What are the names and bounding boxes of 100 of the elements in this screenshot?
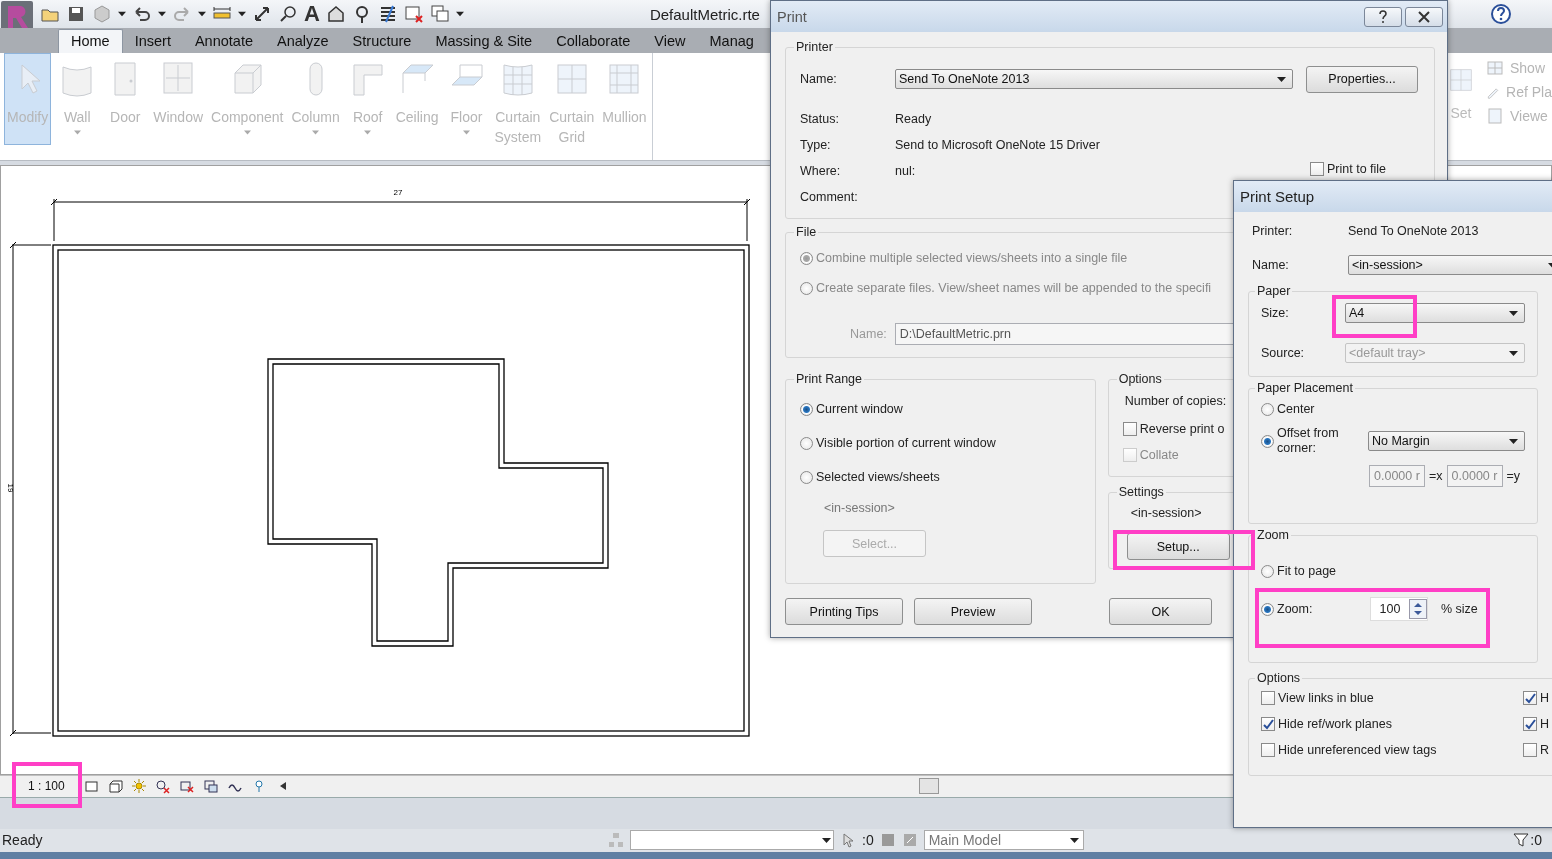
field-value: Ready bbox=[895, 112, 933, 126]
radio-button[interactable] bbox=[1261, 564, 1274, 578]
group-heading: Settings bbox=[1117, 485, 1165, 499]
ribbon-tab[interactable]: Home bbox=[58, 28, 123, 53]
checkbox[interactable] bbox=[1523, 743, 1537, 757]
ribbon-tab[interactable]: Collaborate bbox=[544, 29, 643, 53]
box-icon bbox=[106, 778, 123, 795]
dimension-text: 27 bbox=[393, 187, 403, 197]
ok-button[interactable]: OK bbox=[1109, 598, 1212, 625]
crossed-shape-icon bbox=[154, 778, 171, 795]
radio-button[interactable] bbox=[800, 402, 813, 416]
offset-y-field: 0.0000 r bbox=[1446, 465, 1503, 487]
field-label: Printer: bbox=[1252, 224, 1294, 238]
field-label: Number of copies: bbox=[1123, 393, 1227, 410]
dropdown[interactable]: Send To OneNote 2013 bbox=[895, 69, 1293, 89]
caret-icon bbox=[158, 11, 166, 17]
ribbon-tab[interactable]: View bbox=[642, 29, 698, 53]
ribbon-tab[interactable]: Massing & Site bbox=[423, 29, 545, 53]
option-label: Offset from corner: bbox=[1277, 426, 1340, 456]
checkbox[interactable] bbox=[1261, 743, 1275, 757]
filter-icon bbox=[1513, 832, 1530, 849]
radio-button[interactable] bbox=[1261, 434, 1274, 448]
field-label: =y bbox=[1506, 469, 1521, 483]
undo-icon bbox=[132, 4, 152, 24]
caret-icon bbox=[118, 11, 126, 17]
workset-dropdown[interactable] bbox=[630, 830, 834, 851]
switch-windows-icon bbox=[429, 4, 450, 24]
radio-button[interactable] bbox=[1261, 602, 1274, 616]
group-heading: Zoom bbox=[1256, 528, 1290, 542]
selection-count: :0 bbox=[862, 832, 874, 849]
checkbox-label: Reverse print o bbox=[1139, 422, 1225, 436]
group-heading: Paper Placement bbox=[1256, 381, 1354, 395]
field-label: =x bbox=[1429, 469, 1443, 483]
field-label: Name: bbox=[800, 72, 838, 86]
square-icon bbox=[879, 832, 896, 849]
frame-icon bbox=[202, 778, 219, 795]
cube-icon bbox=[92, 4, 112, 24]
radio-button[interactable] bbox=[800, 436, 813, 450]
model-dropdown[interactable]: Main Model bbox=[923, 830, 1084, 851]
editing-icon bbox=[901, 832, 918, 849]
dropdown[interactable]: A4 bbox=[1345, 303, 1525, 323]
option-label: Combine multiple selected views/sheets into a single file bbox=[816, 251, 1128, 265]
ribbon-tab[interactable]: Manag bbox=[697, 29, 766, 53]
setup-button[interactable]: Setup... bbox=[1126, 533, 1230, 560]
text-tool-button[interactable]: A bbox=[304, 3, 320, 25]
field-label: Source: bbox=[1261, 346, 1306, 360]
diagonal-arrow-icon bbox=[252, 4, 272, 24]
properties-button[interactable]: Properties... bbox=[1306, 65, 1418, 93]
caret-icon bbox=[822, 837, 831, 843]
grid-icon bbox=[1450, 68, 1472, 91]
checkbox[interactable] bbox=[1523, 691, 1537, 705]
offset-x-field: 0.0000 r bbox=[1369, 465, 1425, 487]
checkbox[interactable] bbox=[1261, 691, 1275, 705]
dialog-title: Print bbox=[777, 8, 807, 25]
caret-icon bbox=[364, 129, 372, 135]
option-label: Center bbox=[1277, 402, 1315, 416]
caret-icon bbox=[238, 11, 246, 17]
scrollbar-thumb[interactable] bbox=[918, 778, 939, 795]
dialog-button[interactable]: Printing Tips bbox=[785, 598, 903, 625]
zoom-spinner[interactable]: 100 bbox=[1370, 597, 1428, 621]
scale-button[interactable]: 1 : 100 bbox=[0, 779, 75, 794]
group-heading: Paper bbox=[1256, 284, 1292, 298]
field-value: nul: bbox=[895, 164, 917, 178]
ribbon-tab[interactable]: Annotate bbox=[182, 29, 265, 53]
checkbox[interactable] bbox=[1310, 162, 1324, 176]
filter-count: :0 bbox=[1530, 832, 1542, 849]
dropdown[interactable]: <in-session> bbox=[1348, 255, 1552, 275]
group-heading: Options bbox=[1117, 372, 1163, 386]
status-message: Ready bbox=[1, 832, 44, 849]
dialog-title: Print Setup bbox=[1240, 188, 1315, 205]
hierarchy-icon bbox=[608, 832, 624, 849]
field-label: Where: bbox=[800, 164, 842, 178]
unit-label: % size bbox=[1441, 602, 1478, 616]
checkbox-label: Print to file bbox=[1327, 162, 1387, 176]
caret-icon bbox=[1509, 438, 1518, 444]
grid-icon bbox=[1486, 58, 1504, 77]
field-label: Name: bbox=[850, 327, 887, 341]
dimension-text: 19 bbox=[6, 483, 15, 492]
group-heading: Options bbox=[1256, 671, 1302, 685]
checkbox-label: Hide unreferenced view tags bbox=[1278, 743, 1437, 757]
question-mark-icon bbox=[1376, 9, 1390, 24]
dialog-button[interactable]: Preview bbox=[914, 598, 1032, 625]
checkbox[interactable] bbox=[1261, 717, 1275, 731]
checkbox[interactable] bbox=[1122, 422, 1137, 436]
dropdown[interactable]: No Margin bbox=[1368, 431, 1525, 451]
field-value: Send To OneNote 2013 bbox=[1348, 224, 1479, 238]
radio-button[interactable] bbox=[800, 470, 813, 484]
radio-button[interactable] bbox=[1261, 402, 1274, 416]
close-button[interactable] bbox=[1405, 6, 1443, 27]
group-heading: File bbox=[795, 225, 818, 239]
ribbon-tab[interactable]: Analyze bbox=[265, 29, 341, 53]
caret-icon bbox=[1069, 837, 1079, 843]
ribbon-tab[interactable]: Structure bbox=[340, 29, 424, 53]
caret-icon bbox=[1509, 350, 1518, 356]
checkbox[interactable] bbox=[1523, 717, 1537, 731]
field-value: Send to Microsoft OneNote 15 Driver bbox=[895, 138, 1101, 152]
up-down-arrows-icon bbox=[1409, 599, 1427, 619]
help-button[interactable] bbox=[1364, 6, 1402, 27]
field-label: Comment: bbox=[800, 190, 859, 204]
ribbon-tab[interactable]: Insert bbox=[122, 29, 183, 53]
